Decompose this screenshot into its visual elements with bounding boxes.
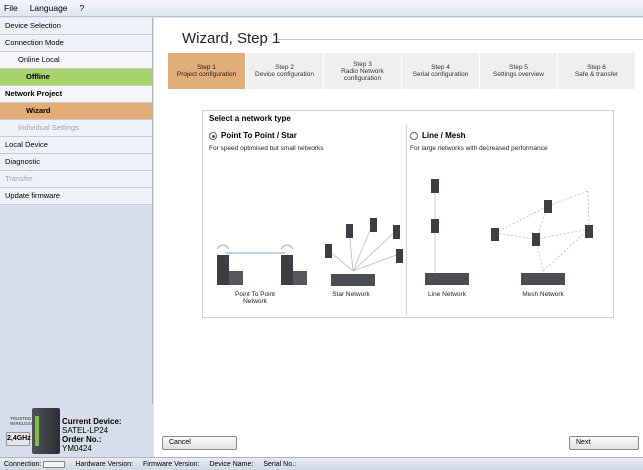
ptp-device-2 <box>281 255 293 285</box>
network-diagrams <box>216 179 593 286</box>
sidebar-item-offline[interactable]: Offline <box>0 69 152 86</box>
menu-language[interactable]: Language <box>30 3 68 13</box>
device-image <box>32 408 60 454</box>
line-network-label: Line Network <box>428 291 466 298</box>
ptp-device-1 <box>217 255 229 285</box>
step-1-label: Project configuration <box>176 71 237 78</box>
line-node-2 <box>431 219 439 233</box>
step-6-num: Step 6 <box>587 64 606 71</box>
band-badge: 2,4GHz <box>6 432 31 446</box>
step-2[interactable]: Step 2 Device configuration <box>246 53 323 89</box>
ptp-ant-2 <box>280 244 294 250</box>
sidebar-item-network-project[interactable]: Network Project <box>0 86 152 103</box>
sidebar-item-device-selection[interactable]: Device Selection <box>0 18 152 35</box>
star-node-2 <box>346 224 353 238</box>
current-device-label: Current Device: <box>62 417 122 426</box>
order-no-label: Order No.: <box>62 435 102 444</box>
status-connection-label: Connection: <box>4 460 42 468</box>
status-serial-no: Serial No.: <box>263 460 297 468</box>
current-device-value: SATEL-LP24 <box>62 426 109 435</box>
star-node-4 <box>393 225 400 239</box>
step-1-num: Step 1 <box>197 64 216 71</box>
status-hardware-version: Hardware Version: <box>75 460 133 468</box>
star-node-5 <box>396 249 403 263</box>
ptp-ant-1 <box>216 244 230 250</box>
sidebar-item-individual-settings: Individual Settings <box>0 120 152 137</box>
line-node-1 <box>431 179 439 193</box>
mesh-node-4 <box>532 233 540 246</box>
step-3-num: Step 3 <box>353 60 372 68</box>
connection-icon <box>43 460 66 468</box>
step-5[interactable]: Step 5 Settings overview <box>480 53 557 89</box>
mesh-network-label: Mesh Network <box>522 291 564 298</box>
wizard-steps: Step 1 Project configuration Step 2 Devi… <box>168 53 643 89</box>
ptp-network-label: Point To Point Network <box>235 291 275 305</box>
menu-help[interactable]: ? <box>80 3 85 13</box>
sidebar-item-update-firmware[interactable]: Update firmware <box>0 188 152 205</box>
ptp-device-1b <box>229 271 243 285</box>
step-6-label: Safe & transfer <box>574 71 619 78</box>
current-device-info: Current Device: SATEL-LP24 Order No.: YM… <box>62 417 122 453</box>
step-4-label: Serial configuration <box>412 71 469 78</box>
status-firmware-version: Firmware Version: <box>142 460 200 468</box>
status-bar: Connection: Hardware Version: Firmware V… <box>0 457 643 470</box>
mesh-node-3 <box>585 225 593 238</box>
menu-file[interactable]: File <box>4 3 18 13</box>
step-3[interactable]: Step 3 Radio Network configuration <box>324 53 401 89</box>
main-content: Wizard, Step 1 Step 1 Project configurat… <box>154 18 643 457</box>
star-links <box>328 222 400 272</box>
sidebar-item-transfer: Transfer <box>0 171 152 188</box>
star-hub <box>331 274 375 286</box>
sidebar-item-online-local[interactable]: Online Local <box>0 52 152 69</box>
step-1[interactable]: Step 1 Project configuration <box>168 53 245 89</box>
trusted-wireless-logo: TRUSTED WIRELESS <box>10 416 34 426</box>
step-3-label: Radio Network configuration <box>341 67 384 82</box>
sidebar-item-connection-mode[interactable]: Connection Mode <box>0 35 152 52</box>
star-node-1 <box>325 244 332 258</box>
order-no-value: YM0424 <box>62 444 92 453</box>
star-network-label: Star Network <box>332 291 370 298</box>
step-6[interactable]: Step 6 Safe & transfer <box>558 53 635 89</box>
mesh-node-2 <box>544 200 552 213</box>
sidebar-item-local-device[interactable]: Local Device <box>0 137 152 154</box>
line-hub <box>425 273 469 285</box>
step-4[interactable]: Step 4 Serial configuration <box>402 53 479 89</box>
mesh-node-1 <box>491 228 499 241</box>
sidebar-item-diagnostic[interactable]: Diagnostic <box>0 154 152 171</box>
network-type-panel: Select a network type Point To Point / S… <box>202 110 614 318</box>
sidebar-item-wizard[interactable]: Wizard <box>0 103 152 120</box>
title-divider <box>277 39 643 40</box>
page-title: Wizard, Step 1 <box>182 30 281 47</box>
current-device-panel: TRUSTED WIRELESS 2,4GHz Current Device: … <box>0 404 153 457</box>
star-node-3 <box>370 218 377 232</box>
step-4-num: Step 4 <box>431 64 450 71</box>
status-device-name: Device Name: <box>209 460 254 468</box>
mesh-links <box>494 190 590 272</box>
step-5-num: Step 5 <box>509 64 528 71</box>
step-2-num: Step 2 <box>275 64 294 71</box>
menu-bar: File Language ? <box>0 0 643 17</box>
cancel-button[interactable]: Cancel <box>162 436 237 450</box>
ptp-device-2b <box>293 271 307 285</box>
step-5-label: Settings overview <box>493 71 544 78</box>
mesh-hub <box>521 273 565 285</box>
step-2-label: Device configuration <box>255 71 314 78</box>
next-button[interactable]: Next <box>569 436 639 450</box>
sidebar: Device Selection Connection Mode Online … <box>0 18 153 457</box>
